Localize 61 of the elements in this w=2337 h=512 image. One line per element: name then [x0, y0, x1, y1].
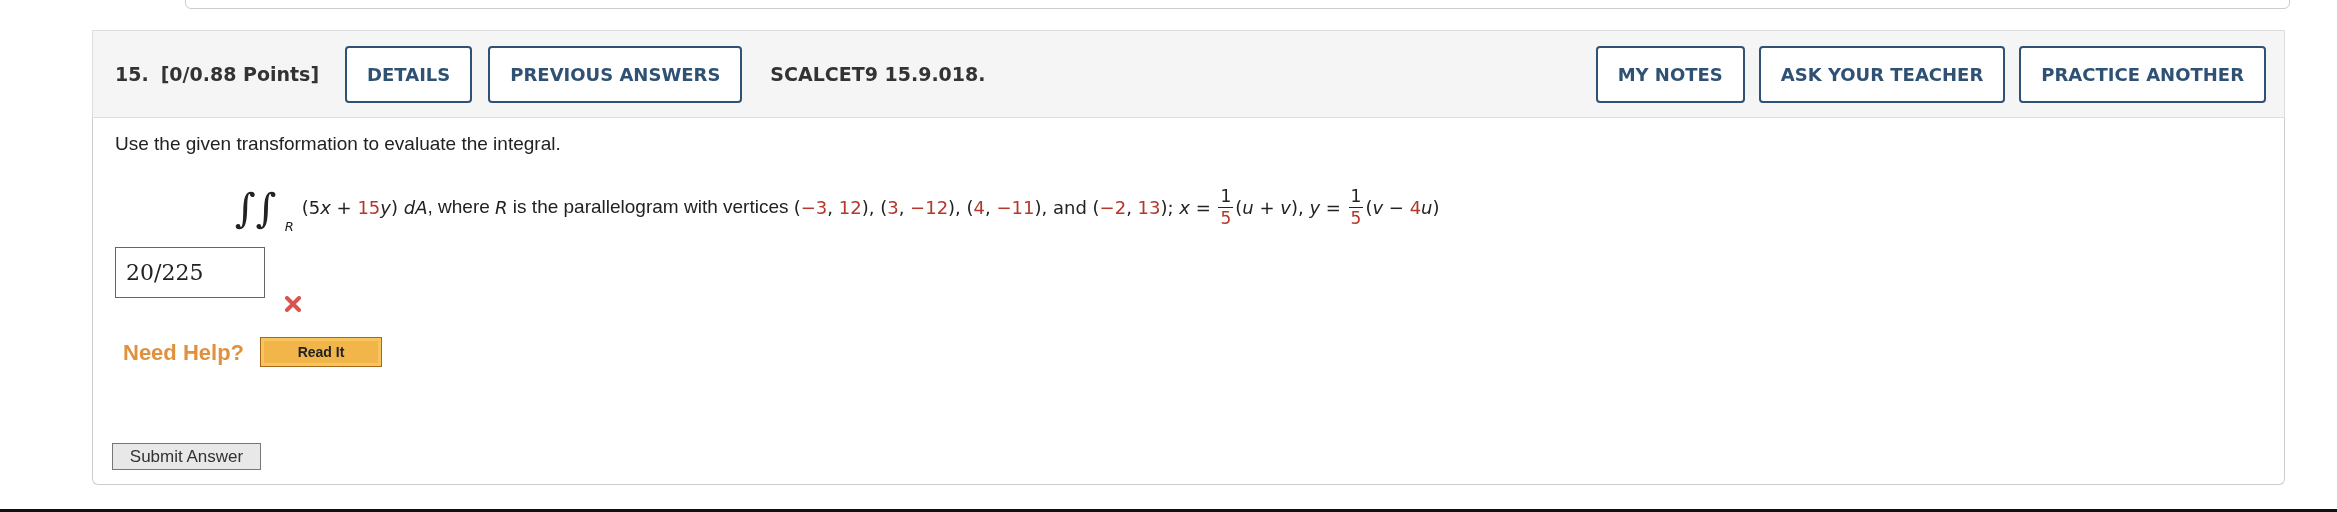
prompt-text: Use the given transformation to evaluate the integral. — [115, 132, 562, 156]
fraction-numerator: 1 — [1218, 188, 1234, 208]
math-text: + — [335, 196, 353, 220]
math-number: −2 — [1099, 196, 1127, 220]
math-variable: R — [495, 196, 508, 220]
math-text: ( — [1365, 196, 1373, 220]
prose-text: is the parallelogram with vertices — [511, 195, 790, 220]
math-text: ); — [1160, 196, 1175, 220]
help-label: Need Help? — [123, 338, 245, 367]
math-text: (5 — [301, 196, 321, 220]
fraction-numerator: 1 — [1348, 188, 1364, 208]
math-text: ) — [390, 196, 399, 220]
math-text: , — [827, 196, 835, 220]
math-text: , — [898, 196, 906, 220]
math-variable: dA — [403, 196, 428, 220]
header-button[interactable]: PREVIOUS ANSWERS — [488, 45, 743, 103]
math-text: ( — [1235, 196, 1243, 220]
double-integral-sign: ∫∫ — [235, 187, 277, 228]
math-number: 13 — [1137, 196, 1161, 220]
header-button[interactable]: MY NOTES — [1595, 45, 1745, 103]
math-number: 15 — [357, 196, 381, 220]
math-text: ), ( — [861, 196, 888, 220]
integral-region: R — [284, 218, 294, 236]
math-variable: x — [1179, 196, 1190, 220]
header-button[interactable]: DETAILS — [345, 45, 473, 103]
fraction-denominator: 5 — [1220, 208, 1232, 227]
header-button[interactable]: ASK YOUR TEACHER — [1758, 45, 2006, 103]
fraction-denominator: 5 — [1350, 208, 1362, 227]
math-text: ) — [1432, 196, 1440, 220]
math-variable: v — [1372, 196, 1384, 220]
math-text: = — [1194, 196, 1212, 220]
math-variable: y — [380, 196, 391, 220]
math-text: = — [1324, 196, 1342, 220]
math-variable: u — [1242, 196, 1254, 220]
math-text: − — [1387, 196, 1405, 220]
header-button[interactable]: PRACTICE ANOTHER — [2019, 45, 2266, 103]
math-text: ( — [793, 196, 801, 220]
answer-field[interactable]: 20/225 — [115, 246, 265, 298]
math-variable: x — [320, 196, 331, 220]
math-number: −12 — [910, 196, 949, 220]
submit-answer-button[interactable]: Submit Answer — [112, 443, 261, 470]
math-variable: v — [1280, 196, 1291, 220]
question-number: 15. — [115, 61, 149, 87]
math-text: , — [1126, 196, 1133, 220]
math-text: + — [1258, 196, 1276, 220]
math-number: 3 — [887, 196, 899, 220]
points-label: [0/0.88 Points] — [160, 61, 320, 87]
math-number: 4 — [973, 196, 986, 220]
math-text: , — [985, 196, 992, 220]
math-number: −3 — [800, 196, 828, 220]
read-it-button[interactable]: Read It — [260, 337, 383, 367]
math-text: ), ( — [948, 196, 974, 220]
math-text: ), — [1290, 196, 1305, 220]
math-variable: u — [1421, 196, 1433, 220]
math-variable: y — [1309, 196, 1321, 220]
math-number: 4 — [1409, 196, 1422, 220]
math-number: −11 — [996, 196, 1035, 220]
math-number: 12 — [838, 196, 862, 220]
prose-text: , where — [427, 195, 491, 220]
math-text: ), and ( — [1034, 196, 1100, 220]
question-code: SCALCET9 15.9.018. — [770, 61, 986, 87]
